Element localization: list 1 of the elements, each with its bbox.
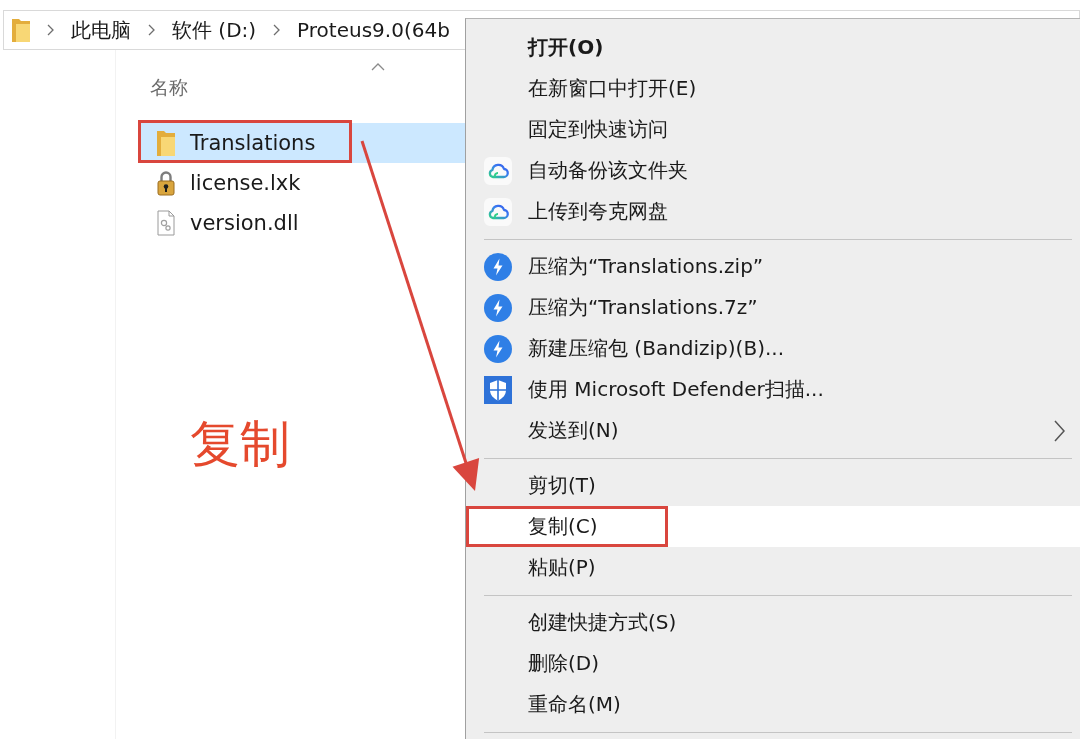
annotation-text: 复制 <box>190 414 290 474</box>
